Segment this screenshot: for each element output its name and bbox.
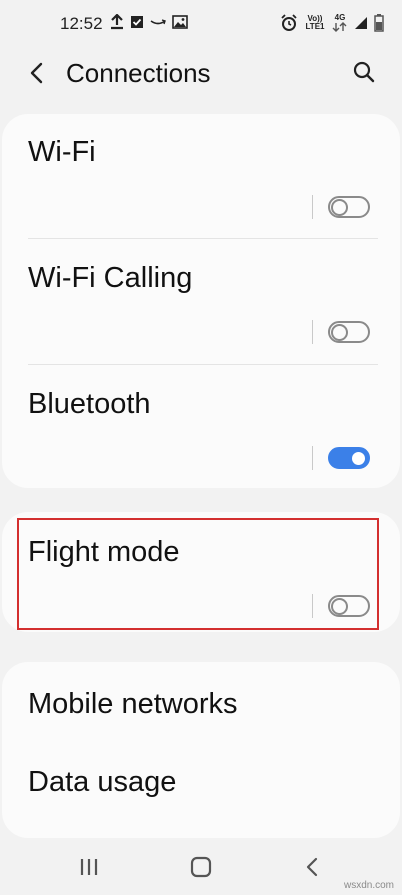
network-indicator: 4G	[332, 14, 348, 32]
recent-apps-icon[interactable]	[76, 856, 102, 878]
status-time: 12:52	[60, 14, 103, 33]
system-nav-bar	[0, 838, 402, 895]
status-right-icons: Vo)) LTE1 4G	[280, 14, 384, 32]
setting-row-bluetooth[interactable]: Bluetooth	[2, 364, 400, 488]
bluetooth-toggle[interactable]	[328, 447, 370, 469]
highlight-annotation-box	[17, 518, 379, 630]
status-left-icons	[110, 14, 188, 30]
page-title: Connections	[66, 58, 211, 88]
battery-icon	[374, 14, 384, 32]
checkbox-icon	[131, 16, 143, 28]
setting-label-wifi: Wi-Fi	[28, 136, 96, 168]
home-icon[interactable]	[188, 856, 214, 878]
toggle-knob	[331, 199, 348, 216]
setting-label-data-usage: Data usage	[28, 766, 177, 798]
setting-row-data-usage[interactable]: Data usage	[2, 742, 400, 822]
setting-row-wifi[interactable]: Wi-Fi	[2, 114, 400, 238]
setting-label-mobile-networks: Mobile networks	[28, 688, 238, 720]
alarm-icon	[281, 14, 297, 31]
back-icon[interactable]	[300, 856, 326, 878]
toggle-divider	[312, 320, 313, 344]
wifi-toggle[interactable]	[328, 196, 370, 218]
upload-icon	[111, 14, 123, 30]
toggle-knob	[350, 450, 367, 467]
connections-card-primary: Wi-Fi Wi-Fi Calling Bluetooth	[2, 114, 400, 488]
setting-row-mobile-networks[interactable]: Mobile networks	[2, 662, 400, 742]
amazon-icon	[150, 19, 166, 25]
toggle-divider	[312, 195, 313, 219]
watermark: wsxdn.com	[343, 880, 394, 891]
image-icon	[172, 15, 188, 29]
connections-card-network: Mobile networks Data usage	[2, 662, 400, 838]
search-icon[interactable]	[352, 60, 376, 84]
toggle-knob	[331, 324, 348, 341]
toggle-divider	[312, 446, 313, 470]
setting-label-wifi-calling: Wi-Fi Calling	[28, 262, 193, 294]
network-type-label: 4G	[334, 13, 346, 22]
status-bar: 12:52 Vo)) LTE1 4G	[0, 0, 402, 46]
signal-bars-icon	[355, 17, 367, 29]
app-header: Connections	[0, 46, 402, 102]
4g-signal-icon	[332, 22, 347, 32]
volte-indicator: Vo)) LTE1	[305, 14, 325, 31]
setting-row-wifi-calling[interactable]: Wi-Fi Calling	[2, 238, 400, 364]
back-arrow-icon[interactable]	[24, 58, 50, 88]
setting-label-bluetooth: Bluetooth	[28, 388, 151, 420]
wifi-calling-toggle[interactable]	[328, 321, 370, 343]
